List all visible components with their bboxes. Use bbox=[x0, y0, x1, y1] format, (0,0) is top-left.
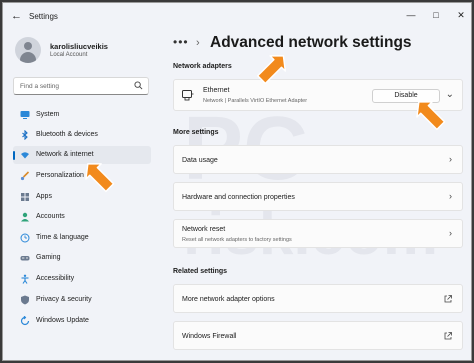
person-icon bbox=[21, 212, 29, 222]
sidebar-item-label: Privacy & security bbox=[36, 296, 92, 303]
sidebar-item-network[interactable]: Network & internet bbox=[13, 146, 151, 164]
user-name: karolisliucveikis bbox=[50, 42, 108, 51]
title-bar: ← Settings — □ ✕ bbox=[3, 3, 471, 29]
sidebar-item-personalization[interactable]: Personalization bbox=[13, 167, 151, 185]
settings-window: ← Settings — □ ✕ PC risk.com karolisliuc… bbox=[2, 2, 472, 361]
sidebar-item-label: System bbox=[36, 111, 60, 118]
row-title: Network reset bbox=[182, 226, 226, 233]
search-input[interactable]: Find a setting bbox=[13, 77, 149, 95]
sidebar-item-label: Apps bbox=[36, 193, 52, 200]
sidebar-item-label: Bluetooth & devices bbox=[36, 131, 98, 138]
sidebar-item-time-language[interactable]: Time & language bbox=[13, 229, 151, 247]
ethernet-icon bbox=[182, 90, 194, 101]
row-subtitle: Reset all network adapters to factory se… bbox=[182, 237, 292, 243]
settings-row-data-usage[interactable]: Data usage › bbox=[173, 145, 463, 174]
sidebar-item-system[interactable]: System bbox=[13, 106, 151, 124]
maximize-button[interactable]: □ bbox=[426, 7, 446, 23]
row-title: Windows Firewall bbox=[182, 333, 237, 340]
section-heading-related-settings: Related settings bbox=[173, 268, 228, 275]
adapter-name: Ethernet bbox=[203, 87, 230, 94]
sidebar-item-label: Time & language bbox=[36, 234, 89, 241]
external-link-icon bbox=[444, 332, 452, 340]
close-button[interactable]: ✕ bbox=[451, 7, 471, 23]
avatar-body bbox=[20, 52, 36, 63]
bluetooth-icon bbox=[22, 130, 28, 140]
sidebar-item-accounts[interactable]: Accounts bbox=[13, 208, 151, 226]
active-indicator bbox=[13, 151, 15, 160]
avatar-head bbox=[24, 42, 32, 50]
sidebar-item-privacy[interactable]: Privacy & security bbox=[13, 291, 151, 309]
update-icon bbox=[20, 316, 30, 326]
settings-row-hardware-properties[interactable]: Hardware and connection properties › bbox=[173, 182, 463, 211]
section-heading-more-settings: More settings bbox=[173, 129, 219, 136]
globe-clock-icon bbox=[20, 233, 30, 243]
sidebar-item-label: Network & internet bbox=[36, 151, 94, 158]
sidebar-item-label: Gaming bbox=[36, 254, 61, 261]
monitor-icon bbox=[20, 111, 30, 119]
minimize-button[interactable]: — bbox=[401, 7, 421, 23]
row-title: Hardware and connection properties bbox=[182, 194, 295, 201]
window-title: Settings bbox=[29, 12, 58, 21]
breadcrumb-separator-icon: › bbox=[196, 37, 200, 49]
account-type: Local Account bbox=[50, 52, 88, 58]
chevron-right-icon: › bbox=[449, 191, 452, 201]
row-title: More network adapter options bbox=[182, 296, 275, 303]
gamepad-icon bbox=[20, 256, 30, 261]
settings-row-network-reset[interactable]: Network reset Reset all network adapters… bbox=[173, 219, 463, 248]
chevron-right-icon: › bbox=[449, 228, 452, 238]
back-button[interactable]: ← bbox=[11, 10, 22, 22]
annotation-arrow-icon bbox=[257, 55, 287, 85]
sidebar-item-label: Accessibility bbox=[36, 275, 75, 282]
sidebar-item-apps[interactable]: Apps bbox=[13, 188, 151, 206]
annotation-arrow-icon bbox=[416, 101, 446, 131]
sidebar-item-gaming[interactable]: Gaming bbox=[13, 249, 151, 267]
wifi-icon bbox=[21, 152, 29, 159]
settings-row-windows-firewall[interactable]: Windows Firewall bbox=[173, 321, 463, 350]
sidebar-item-label: Personalization bbox=[36, 172, 84, 179]
page-title: Advanced network settings bbox=[210, 34, 412, 51]
external-link-icon bbox=[444, 295, 452, 303]
row-title: Data usage bbox=[182, 157, 218, 164]
search-placeholder: Find a setting bbox=[20, 83, 60, 90]
breadcrumb-overflow[interactable]: ••• bbox=[173, 35, 189, 49]
settings-row-more-adapter-options[interactable]: More network adapter options bbox=[173, 284, 463, 313]
sidebar-item-label: Windows Update bbox=[36, 317, 89, 324]
search-icon bbox=[134, 81, 143, 90]
sidebar-item-accessibility[interactable]: Accessibility bbox=[13, 270, 151, 288]
sidebar-item-label: Accounts bbox=[36, 213, 65, 220]
sidebar-item-windows-update[interactable]: Windows Update bbox=[13, 312, 151, 330]
sidebar-item-bluetooth[interactable]: Bluetooth & devices bbox=[13, 126, 151, 144]
shield-icon bbox=[21, 295, 29, 305]
annotation-arrow-icon bbox=[85, 163, 115, 193]
accessibility-icon bbox=[21, 274, 29, 284]
chevron-right-icon: › bbox=[449, 154, 452, 164]
adapter-description: Network | Parallels VirtIO Ethernet Adap… bbox=[203, 98, 308, 104]
brush-icon bbox=[20, 171, 30, 181]
apps-icon bbox=[21, 193, 29, 201]
avatar[interactable] bbox=[15, 37, 41, 63]
section-heading-network-adapters: Network adapters bbox=[173, 63, 232, 70]
